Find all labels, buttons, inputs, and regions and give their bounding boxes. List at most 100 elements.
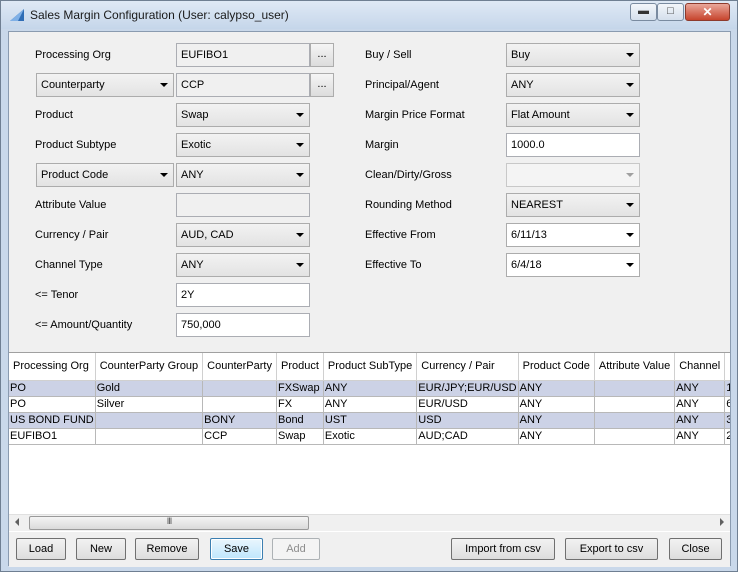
title-bar[interactable]: Sales Margin Configuration (User: calyps… <box>1 1 737 29</box>
effective-to-label: Effective To <box>365 259 422 271</box>
product-value: Swap <box>181 109 209 121</box>
tenor-input[interactable]: 2Y <box>176 283 310 307</box>
table-row[interactable]: POGoldFXSwapANYEUR/JPY;EUR/USDANYANY1 <box>9 380 730 397</box>
buy-sell-select[interactable]: Buy <box>506 43 640 67</box>
column-header[interactable]: Attribute Value <box>594 353 676 381</box>
effective-from-date-picker[interactable]: 6/11/13 <box>506 223 640 247</box>
export-csv-button[interactable]: Export to csv <box>565 538 658 560</box>
table-cell: USD <box>416 412 519 429</box>
attribute-value-field[interactable] <box>176 193 310 217</box>
product-select[interactable]: Swap <box>176 103 310 127</box>
channel-type-select[interactable]: ANY <box>176 253 310 277</box>
table-cell: Swap <box>276 428 324 445</box>
close-window-button[interactable]: ✕ <box>685 3 730 21</box>
table-cell <box>594 396 676 413</box>
product-code-type-select[interactable]: Product Code <box>36 163 174 187</box>
table-cell: EUR/JPY;EUR/USD <box>416 380 519 397</box>
clean-dirty-gross-select[interactable] <box>506 163 640 187</box>
close-button[interactable]: Close <box>669 538 722 560</box>
column-header[interactable]: Product Code <box>518 353 595 381</box>
principal-agent-label: Principal/Agent <box>365 79 439 91</box>
scrollbar-thumb[interactable]: III <box>29 516 309 530</box>
table-cell: ANY <box>323 396 418 413</box>
load-button[interactable]: Load <box>16 538 66 560</box>
product-code-select[interactable]: ANY <box>176 163 310 187</box>
scroll-left-icon[interactable] <box>15 518 19 526</box>
processing-org-label: Processing Org <box>35 49 111 61</box>
product-subtype-select[interactable]: Exotic <box>176 133 310 157</box>
margin-grid: Processing Org CounterParty Group CounterP… <box>9 353 730 445</box>
column-header[interactable]: Processing Org <box>9 353 96 381</box>
buy-sell-value: Buy <box>511 49 530 61</box>
channel-type-value: ANY <box>181 259 204 271</box>
effective-to-date-picker[interactable]: 6/4/18 <box>506 253 640 277</box>
table-cell: Bond <box>276 412 324 429</box>
processing-org-browse-button[interactable]: ... <box>310 43 334 67</box>
counterparty-browse-button[interactable]: ... <box>310 73 334 97</box>
main-window: Sales Margin Configuration (User: calyps… <box>0 0 738 572</box>
currency-pair-select[interactable]: AUD, CAD <box>176 223 310 247</box>
column-header[interactable]: Currency / Pair <box>416 353 519 381</box>
button-bar: Load New Remove Save Add Import from csv… <box>9 532 730 567</box>
table-cell: EUFIBO1 <box>9 428 96 445</box>
table-cell <box>594 428 676 445</box>
save-button[interactable]: Save <box>210 538 263 560</box>
minimize-button[interactable]: ▬ <box>630 3 657 21</box>
table-cell: ANY <box>518 412 595 429</box>
processing-org-field[interactable]: EUFIBO1 <box>176 43 310 67</box>
effective-from-label: Effective From <box>365 229 436 241</box>
currency-pair-value: AUD, CAD <box>181 229 234 241</box>
column-header[interactable]: Product <box>276 353 324 381</box>
table-row[interactable]: US BOND FUNDBONYBondUSTUSDANYANY3 <box>9 412 730 429</box>
table-cell <box>202 380 277 397</box>
remove-button[interactable]: Remove <box>135 538 199 560</box>
table-cell: US BOND FUND <box>9 412 96 429</box>
table-cell: Silver <box>95 396 204 413</box>
import-csv-button[interactable]: Import from csv <box>451 538 555 560</box>
table-cell: FX <box>276 396 324 413</box>
table-row[interactable]: POSilverFXANYEUR/USDANYANY6 <box>9 396 730 413</box>
counterparty-type-select[interactable]: Counterparty <box>36 73 174 97</box>
table-cell: ANY <box>518 428 595 445</box>
add-button[interactable]: Add <box>272 538 320 560</box>
scroll-right-icon[interactable] <box>720 518 724 526</box>
clean-dirty-gross-label: Clean/Dirty/Gross <box>365 169 452 181</box>
tenor-label: <= Tenor <box>35 289 79 301</box>
config-form: Processing Org EUFIBO1 ... Counterparty … <box>9 32 730 352</box>
effective-to-value: 6/4/18 <box>511 259 542 271</box>
column-header[interactable] <box>724 353 730 381</box>
new-button[interactable]: New <box>76 538 126 560</box>
amount-quantity-label: <= Amount/Quantity <box>35 319 133 331</box>
table-cell: Exotic <box>323 428 418 445</box>
principal-agent-select[interactable]: ANY <box>506 73 640 97</box>
margin-price-format-label: Margin Price Format <box>365 109 465 121</box>
table-cell: ANY <box>674 380 726 397</box>
column-header[interactable]: CounterParty Group <box>95 353 204 381</box>
table-cell <box>594 380 676 397</box>
rounding-method-select[interactable]: NEAREST <box>506 193 640 217</box>
maximize-icon: □ <box>667 5 674 17</box>
chevron-down-icon <box>626 203 634 207</box>
column-header[interactable]: Product SubType <box>323 353 418 381</box>
table-cell: ANY <box>323 380 418 397</box>
maximize-button[interactable]: □ <box>657 3 684 21</box>
table-cell: ANY <box>518 380 595 397</box>
table-cell <box>95 428 204 445</box>
chevron-down-icon <box>296 113 304 117</box>
table-cell: ANY <box>674 396 726 413</box>
buy-sell-label: Buy / Sell <box>365 49 412 61</box>
amount-quantity-input[interactable]: 750,000 <box>176 313 310 337</box>
effective-from-value: 6/11/13 <box>511 229 547 241</box>
scrollbar-grip: III <box>166 516 173 526</box>
column-header[interactable]: Channel <box>674 353 726 381</box>
margin-price-format-value: Flat Amount <box>511 109 570 121</box>
table-cell: BONY <box>202 412 277 429</box>
margin-input[interactable]: 1000.0 <box>506 133 640 157</box>
chevron-down-icon <box>160 173 168 177</box>
column-header[interactable]: CounterParty <box>202 353 277 381</box>
horizontal-scrollbar[interactable]: III <box>9 514 730 531</box>
table-row[interactable]: EUFIBO1CCPSwapExoticAUD;CADANYANY2 <box>9 428 730 445</box>
currency-pair-label: Currency / Pair <box>35 229 109 241</box>
margin-price-format-select[interactable]: Flat Amount <box>506 103 640 127</box>
counterparty-field[interactable]: CCP <box>176 73 310 97</box>
